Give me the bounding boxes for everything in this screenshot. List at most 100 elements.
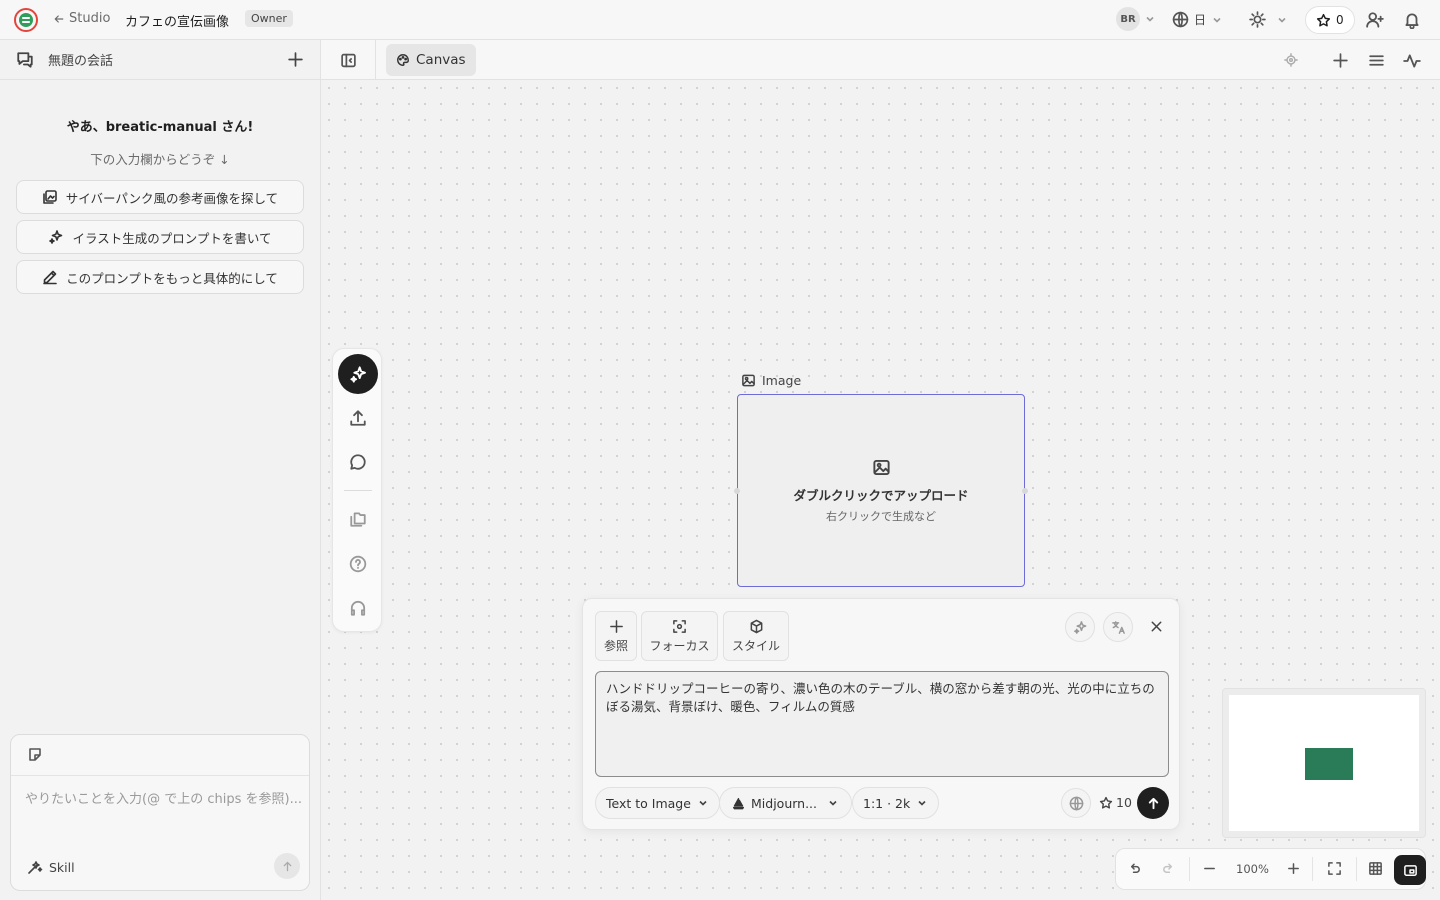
node-type-label: Image	[762, 373, 802, 388]
focus-label: フォーカス	[649, 638, 710, 653]
account-menu[interactable]: BR	[1116, 7, 1156, 31]
suggestion-chip-refine-prompt[interactable]: このプロンプトをもっと具体的にして	[16, 260, 304, 294]
language-label: 日	[1194, 13, 1207, 27]
notifications-button[interactable]	[1403, 11, 1421, 29]
help-tool[interactable]	[345, 551, 371, 577]
chevron-down-icon	[829, 800, 837, 806]
comment-tool[interactable]	[345, 449, 371, 475]
locate-button[interactable]	[1284, 53, 1298, 67]
zoom-in-button[interactable]	[1286, 861, 1301, 876]
enhance-prompt-button[interactable]	[1065, 612, 1095, 642]
globe-icon	[1069, 796, 1083, 810]
plus-icon	[1333, 53, 1348, 68]
chip-label: イラスト生成のプロンプトを書いて	[72, 230, 272, 246]
tab-canvas[interactable]: Canvas	[386, 44, 476, 76]
new-conversation-icon[interactable]	[287, 51, 304, 68]
reference-button[interactable]: 参照	[595, 611, 637, 661]
theme-toggle[interactable]	[1249, 11, 1288, 28]
back-to-studio-link[interactable]: Studio	[53, 11, 110, 26]
chat-composer: やりたいことを入力(@ で上の chips を参照)... Skill	[10, 734, 310, 891]
redo-button[interactable]	[1161, 861, 1176, 876]
language-selector[interactable]: 日	[1172, 11, 1223, 28]
activity-button[interactable]	[1403, 52, 1421, 70]
conversation-header: 無題の会話	[0, 40, 320, 80]
upload-tool[interactable]	[345, 405, 371, 431]
fullscreen-icon	[1328, 862, 1341, 875]
conversations-icon[interactable]	[16, 51, 34, 69]
node-handle-right[interactable]	[1022, 488, 1028, 494]
attach-button[interactable]	[27, 747, 43, 763]
prompt-textarea[interactable]: ハンドドリップコーヒーの寄り、濃い色の木のテーブル、横の窓から差す朝の光、光の中…	[595, 671, 1169, 777]
grid-toggle-button[interactable]	[1368, 861, 1383, 876]
minimap-toggle-button[interactable]	[1394, 855, 1426, 885]
invite-user-button[interactable]	[1366, 11, 1384, 29]
folder-copy-icon	[350, 512, 366, 527]
add-node-button[interactable]	[1332, 52, 1349, 69]
project-title[interactable]: カフェの宣伝画像	[125, 11, 229, 30]
toggle-sidebar-button[interactable]	[340, 52, 357, 69]
role-badge: Owner	[245, 10, 293, 27]
zoom-out-button[interactable]	[1202, 861, 1217, 876]
close-icon	[1151, 621, 1162, 632]
chevron-down-icon	[1278, 17, 1286, 23]
minimap-node	[1305, 748, 1353, 780]
mode-selector[interactable]: Text to Image	[595, 787, 720, 819]
support-tool[interactable]	[345, 595, 371, 621]
fit-view-button[interactable]	[1327, 861, 1342, 876]
greeting-text: やあ、breatic-manual さん!	[66, 120, 254, 135]
image-node[interactable]: ダブルクリックでアップロード 右クリックで生成など	[734, 394, 1028, 587]
back-label: Studio	[69, 11, 111, 26]
pencil-icon	[43, 270, 57, 285]
image-search-icon	[42, 190, 57, 204]
sparkles-icon	[49, 230, 63, 244]
zoom-level[interactable]: 100%	[1236, 862, 1269, 876]
suggestion-chip-illustration-prompt[interactable]: イラスト生成のプロンプトを書いて	[16, 220, 304, 254]
minimap-viewport	[1229, 695, 1419, 831]
upload-icon	[350, 410, 366, 426]
composer-divider	[11, 775, 309, 776]
ratio-resolution-selector[interactable]: 1:1 · 2k	[852, 787, 940, 819]
skill-label: Skill	[49, 859, 75, 875]
image-placeholder-icon	[872, 459, 890, 475]
credits-button[interactable]: 0	[1305, 6, 1355, 34]
activity-icon	[1403, 54, 1421, 68]
chat-send-button[interactable]	[274, 853, 300, 879]
plus-icon	[1288, 863, 1299, 874]
minimap[interactable]	[1222, 688, 1426, 838]
chevron-down-icon	[699, 800, 707, 806]
suggestion-chip-reference-image[interactable]: サイバーパンク風の参考画像を探して	[16, 180, 304, 214]
sailboat-icon	[732, 797, 745, 809]
image-node-label: Image	[741, 373, 801, 388]
close-panel-button[interactable]	[1149, 619, 1164, 634]
node-handle-left[interactable]	[734, 488, 740, 494]
credits-count: 0	[1336, 13, 1344, 27]
star-icon	[1316, 13, 1331, 26]
web-search-toggle[interactable]	[1061, 788, 1091, 818]
star-icon	[1099, 796, 1113, 809]
layers-menu-button[interactable]	[1368, 52, 1385, 69]
chip-label: サイバーパンク風の参考画像を探して	[65, 190, 279, 206]
focus-button[interactable]: フォーカス	[641, 611, 718, 661]
undo-button[interactable]	[1127, 861, 1142, 876]
chat-input[interactable]: やりたいことを入力(@ で上の chips を参照)...	[25, 788, 302, 807]
style-button[interactable]: スタイル	[723, 611, 789, 661]
skill-button[interactable]: Skill	[27, 859, 75, 875]
generate-button[interactable]	[1137, 787, 1169, 819]
conversation-title[interactable]: 無題の会話	[48, 50, 113, 69]
chip-label: このプロンプトをもっと具体的にして	[66, 270, 278, 286]
sun-icon	[1249, 11, 1266, 28]
chat-sidebar: 無題の会話 やあ、breatic-manual さん! 下の入力欄からどうぞ ↓…	[0, 40, 321, 900]
redo-icon	[1163, 863, 1173, 873]
avatar: BR	[1116, 7, 1140, 31]
app-logo[interactable]	[14, 8, 38, 32]
focus-icon	[673, 619, 686, 633]
list-icon	[1369, 55, 1384, 66]
ai-generate-tool[interactable]	[338, 354, 378, 394]
zoom-separator	[1189, 857, 1190, 881]
model-selector[interactable]: Midjourn...	[719, 787, 852, 819]
chevron-down-icon	[918, 800, 926, 806]
palette-icon	[397, 54, 409, 66]
translate-button[interactable]	[1103, 612, 1133, 642]
assets-tool[interactable]	[345, 506, 371, 532]
zoom-separator	[1312, 857, 1313, 881]
